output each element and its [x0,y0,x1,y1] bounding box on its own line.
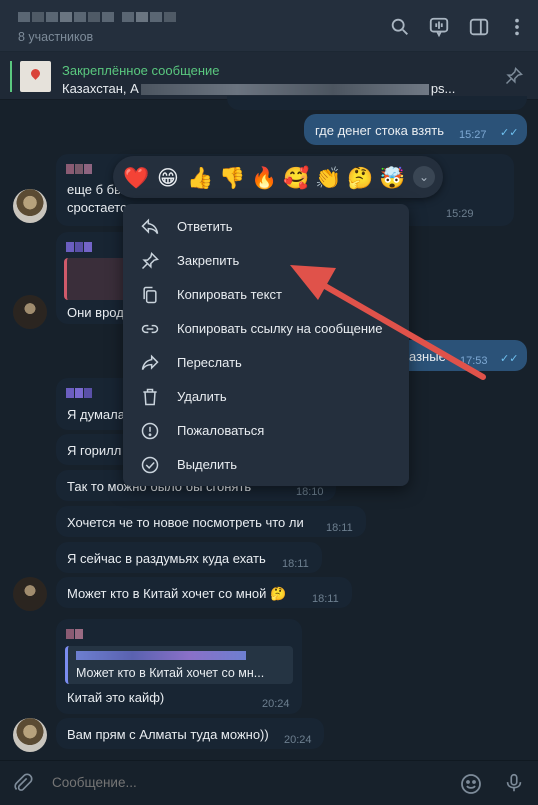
expand-reactions-icon[interactable]: ⌄ [413,166,435,188]
menu-item-forward[interactable]: Переслать [123,346,409,380]
message-time: 20:24 [262,698,290,710]
emoji-icon[interactable] [459,772,483,796]
message-text: Я сейчас в раздумьях куда ехать [67,551,266,566]
attach-icon[interactable] [12,772,34,794]
menu-item-label: Пожаловаться [177,423,265,438]
message-bubble-incoming[interactable]: Может кто в Китай хочет со мной 🤔 18:11 [56,577,352,608]
menu-item-label: Выделить [177,457,237,472]
read-checkmark-icon: ✓✓ [500,353,519,365]
menu-item-copy-text[interactable]: Копировать текст [123,278,409,312]
message-bubble-incoming[interactable]: Вам прям с Алматы туда можно)) 20:24 [56,718,324,749]
reaction-clap[interactable]: 👏 [315,165,341,191]
pinned-accent-bar [10,61,12,92]
message-text: Может кто в Китай хочет со мной 🤔 [67,586,287,601]
message-time: 17:53 [460,355,488,367]
avatar[interactable] [13,577,47,611]
sidebar-toggle-icon[interactable] [468,16,490,38]
menu-item-label: Копировать текст [177,287,282,302]
reaction-thumbs-down[interactable]: 👎 [219,165,245,191]
avatar[interactable] [13,295,47,329]
reaction-smiling-hearts[interactable]: 🥰 [283,165,309,191]
quote-sender-redacted [76,651,246,660]
message-text: где денег стока взять [315,123,445,138]
chat-header[interactable]: 8 участников [0,0,538,52]
reply-icon [141,218,159,235]
member-count: 8 участников [18,30,94,44]
pinned-title: Закреплённое сообщение [62,63,220,78]
message-text: Они врод [67,305,124,320]
menu-item-label: Удалить [177,389,227,404]
reaction-thumbs-up[interactable]: 👍 [187,165,213,191]
message-context-menu: Ответить Закрепить Копировать текст Копи… [123,204,409,486]
chat-window: 8 участников Закреплённое сообщение Каза… [0,0,538,805]
sender-name-redacted [66,388,92,398]
message-time: 15:27 [459,129,487,141]
menu-item-report[interactable]: Пожаловаться [123,414,409,448]
message-bubble-incoming[interactable]: Я сейчас в раздумьях куда ехать 18:11 [56,542,322,573]
report-icon [141,422,159,440]
sender-name-redacted [66,164,92,174]
menu-item-label: Закрепить [177,253,240,268]
pinned-message-bar[interactable]: Закреплённое сообщение Казахстан, Аps... [0,52,538,100]
forward-icon [141,354,159,371]
reaction-heart[interactable]: ❤️ [123,165,149,191]
search-icon[interactable] [389,16,411,38]
pin-icon [141,252,159,270]
reaction-mind-blown[interactable]: 🤯 [379,165,405,191]
reaction-grin[interactable]: 😁 [155,165,181,191]
message-bubble-incoming[interactable]: Может кто в Китай хочет со мн... Китай э… [56,619,302,714]
menu-item-reply[interactable]: Ответить [123,210,409,244]
message-text: Я горилл [67,443,122,458]
menu-item-copy-link[interactable]: Копировать ссылку на сообщение [123,312,409,346]
message-time: 18:11 [312,593,339,605]
message-text: Я думала [67,407,125,422]
message-time: 18:11 [282,558,309,570]
message-time: 15:29 [446,208,474,220]
menu-item-pin[interactable]: Закрепить [123,244,409,278]
reply-quote[interactable]: Может кто в Китай хочет со мн... [65,646,293,684]
message-text: азные [409,349,446,364]
message-text: Вам прям с Алматы туда можно)) [67,727,269,742]
reaction-fire[interactable]: 🔥 [251,165,277,191]
chat-title-redacted [18,12,176,22]
pinned-text: Казахстан, Аps... [62,81,456,96]
message-time: 20:24 [284,734,312,746]
avatar[interactable] [13,189,47,223]
message-composer [0,760,538,805]
pinned-map-thumbnail [20,61,51,92]
quote-text: Может кто в Китай хочет со мн... [76,666,265,680]
link-icon [141,324,159,334]
microphone-icon[interactable] [503,771,525,795]
reaction-picker: ❤️ 😁 👍 👎 🔥 🥰 👏 🤔 🤯 ⌄ [113,156,443,198]
menu-item-delete[interactable]: Удалить [123,380,409,414]
copy-icon [143,286,157,304]
more-icon[interactable] [506,16,528,38]
menu-item-label: Переслать [177,355,242,370]
unpin-icon[interactable] [504,66,524,86]
reaction-thinking[interactable]: 🤔 [347,165,373,191]
message-time: 18:11 [326,522,353,534]
menu-item-label: Копировать ссылку на сообщение [177,321,383,336]
message-bubble-outgoing[interactable]: где денег стока взять 15:27 ✓✓ [304,114,527,145]
select-icon [141,456,159,474]
avatar[interactable] [13,718,47,752]
message-time: 18:10 [296,486,324,498]
sender-name-redacted [66,242,92,252]
read-checkmark-icon: ✓✓ [500,127,519,139]
message-input[interactable] [52,775,432,790]
message-bubble-incoming[interactable]: Хочется че то новое посмотреть что ли 18… [56,506,366,537]
voice-chat-icon[interactable] [428,16,450,38]
message-text: Хочется че то новое посмотреть что ли [67,515,304,530]
menu-item-label: Ответить [177,219,233,234]
message-bubble-partial [227,96,527,110]
menu-item-select[interactable]: Выделить [123,448,409,482]
sender-name-redacted [66,629,83,639]
message-text: Китай это кайф) [67,690,165,705]
trash-icon [143,388,157,406]
